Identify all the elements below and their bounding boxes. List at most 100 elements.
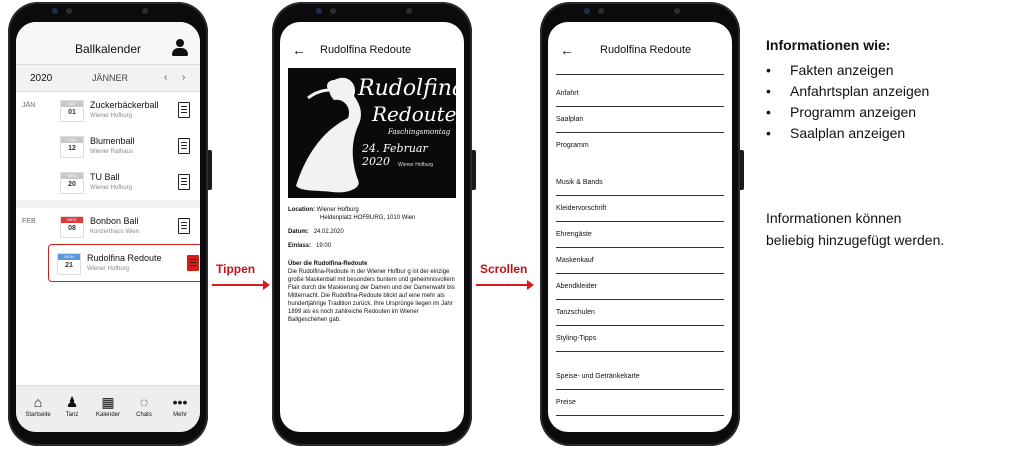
more-dots-icon: ••• — [172, 394, 188, 410]
tab-bar: ⌂ Startseite ♟ Tanz ▦ Kalender ◌ Chats ••• Me… — [16, 385, 200, 432]
entry-label: Einlass: — [288, 243, 312, 249]
event-info: Location: Wiener Hofburg Heldenplatz HOFB… — [280, 198, 464, 324]
month-group-jan: JÄN SAT 01 Zuckerbäckerball Wiener Hofbur… — [16, 92, 200, 208]
tab-chats[interactable]: ◌ Chats — [128, 392, 160, 418]
info-note-line: beliebig hinzugefügt werden. — [766, 232, 945, 248]
ticket-icon[interactable] — [178, 174, 190, 190]
prev-month-button[interactable]: ‹ — [164, 72, 167, 83]
app-header: ← Rudolfina Redoute — [556, 22, 724, 75]
bullet-item: Saalplan anzeigen — [766, 123, 929, 144]
info-note-line: Informationen können — [766, 210, 902, 226]
month-label: JÄNNER — [92, 73, 129, 83]
side-button — [740, 150, 744, 190]
screen: ← Rudolfina Redoute Anfahrt Saalplan Pro… — [548, 22, 732, 432]
next-month-button[interactable]: › — [182, 72, 185, 83]
event-location: Wiener Rathaus — [90, 149, 134, 155]
entry-value: 19:00 — [316, 243, 332, 249]
chat-bubble-icon: ◌ — [139, 394, 149, 410]
calendar-date-icon: MON 21 — [57, 253, 81, 275]
info-note: Informationen können beliebig hinzugefüg… — [766, 207, 1006, 251]
event-poster: Rudolfina Redoute Faschingsmontag 24. Fe… — [288, 68, 456, 198]
menu-item[interactable]: Speise- und Getränkekarte — [556, 364, 724, 390]
tab-tanz[interactable]: ♟ Tanz — [56, 392, 88, 418]
info-bullet-list: Fakten anzeigen Anfahrtsplan anzeigen Pr… — [766, 60, 929, 144]
event-location: Wiener Hofburg — [90, 113, 133, 119]
location-value: Wiener Hofburg — [316, 207, 359, 213]
tab-mehr[interactable]: ••• Mehr — [164, 392, 196, 418]
event-location: Wiener Hofburg — [87, 266, 130, 272]
event-name: Rudolfina Redoute — [87, 253, 162, 263]
event-location: Konzerthaus Wien — [90, 229, 140, 235]
phone-info-menu: ← Rudolfina Redoute Anfahrt Saalplan Pro… — [540, 2, 744, 446]
calendar-date-icon: WED 20 — [60, 172, 84, 194]
calendar-icon: ▦ — [101, 394, 115, 410]
dancer-icon: ♟ — [65, 394, 79, 410]
month-group-feb: FEB WED 08 Bonbon Ball Konzerthaus Wien M… — [16, 208, 200, 282]
tap-label: Tippen — [216, 262, 256, 276]
event-location: Wiener Hofburg — [90, 185, 133, 191]
calendar-date-icon: SAT 01 — [60, 100, 84, 122]
phone-event-detail: ← Rudolfina Redoute Rudolfina Redoute Fa… — [272, 2, 476, 446]
calendar-date-icon: THU 12 — [60, 136, 84, 158]
menu-item[interactable]: Saalplan — [556, 107, 724, 133]
event-row[interactable]: THU 12 Blumenball Wiener Rathaus — [52, 128, 200, 164]
phone-ballkalender: Ballkalender 2020 JÄNNER ‹ › JÄN SAT 01 Z… — [8, 2, 212, 446]
ticket-icon[interactable] — [178, 218, 190, 234]
tap-arrow — [212, 280, 270, 290]
info-heading: Informationen wie: — [766, 37, 891, 53]
ticket-icon[interactable] — [187, 255, 199, 271]
back-arrow-icon[interactable]: ← — [292, 42, 306, 58]
ticket-icon[interactable] — [178, 102, 190, 118]
event-row[interactable]: SAT 01 Zuckerbäckerball Wiener Hofburg — [52, 92, 200, 128]
page-title: Rudolfina Redoute — [600, 44, 692, 56]
menu-item[interactable]: Anfahrt — [556, 81, 724, 107]
tab-startseite[interactable]: ⌂ Startseite — [22, 392, 54, 418]
menu-item[interactable]: Programm — [556, 133, 724, 158]
phone-notch — [38, 8, 178, 18]
event-name: TU Ball — [90, 172, 120, 182]
menu-item[interactable]: Styling-Tipps — [556, 326, 724, 352]
about-text: Die Rudolfina-Redoute in der Wiener Hofb… — [288, 269, 455, 323]
event-row-selected[interactable]: MON 21 Rudolfina Redoute Wiener Hofburg — [48, 244, 200, 282]
side-button — [472, 150, 476, 190]
home-icon: ⌂ — [33, 394, 43, 410]
back-arrow-icon[interactable]: ← — [560, 42, 574, 58]
menu-item[interactable]: Abendkleider — [556, 274, 724, 300]
event-row[interactable]: WED 20 TU Ball Wiener Hofburg — [52, 164, 200, 200]
about-title: Über die Rudolfina-Redoute — [288, 261, 368, 267]
ticket-icon[interactable] — [178, 138, 190, 154]
poster-title-line1: Rudolfina — [358, 76, 456, 101]
location-address: Heldenplatz HOFBURG, 1010 Wien — [320, 215, 416, 221]
group-month-label: FEB — [22, 218, 36, 225]
phone-notch — [570, 8, 710, 18]
bullet-item: Anfahrtsplan anzeigen — [766, 81, 929, 102]
event-name: Bonbon Ball — [90, 216, 139, 226]
phone-notch — [302, 8, 442, 18]
month-bar: 2020 JÄNNER ‹ › — [16, 65, 200, 92]
calendar-date-icon: WED 08 — [60, 216, 84, 238]
menu-item[interactable]: Kleidervorschrift — [556, 196, 724, 222]
screen: ← Rudolfina Redoute Rudolfina Redoute Fa… — [280, 22, 464, 432]
menu-item[interactable]: Tanzschulen — [556, 300, 724, 326]
screen: Ballkalender 2020 JÄNNER ‹ › JÄN SAT 01 Z… — [16, 22, 200, 432]
menu-item[interactable]: Musik & Bands — [556, 170, 724, 196]
user-icon[interactable] — [172, 39, 188, 57]
menu-item[interactable]: Ehrengäste — [556, 222, 724, 248]
event-name: Blumenball — [90, 136, 135, 146]
location-label: Location: — [288, 207, 315, 213]
group-month-label: JÄN — [22, 102, 36, 109]
poster-place: Wiener Hofburg — [398, 162, 434, 168]
event-name: Zuckerbäckerball — [90, 100, 159, 110]
app-header: ← Rudolfina Redoute — [280, 22, 464, 62]
poster-subtitle: Faschingsmontag — [388, 128, 451, 136]
page-title: Rudolfina Redoute — [320, 44, 412, 56]
scroll-label: Scrollen — [480, 262, 528, 276]
scroll-arrow — [476, 280, 534, 290]
menu-item[interactable]: Maskenkauf — [556, 248, 724, 274]
app-header: Ballkalender — [16, 22, 200, 65]
event-row[interactable]: WED 08 Bonbon Ball Konzerthaus Wien — [52, 208, 200, 244]
bullet-item: Fakten anzeigen — [766, 60, 929, 81]
menu-item[interactable]: Preise — [556, 390, 724, 416]
tab-kalender[interactable]: ▦ Kalender — [92, 392, 124, 418]
bullet-item: Programm anzeigen — [766, 102, 929, 123]
